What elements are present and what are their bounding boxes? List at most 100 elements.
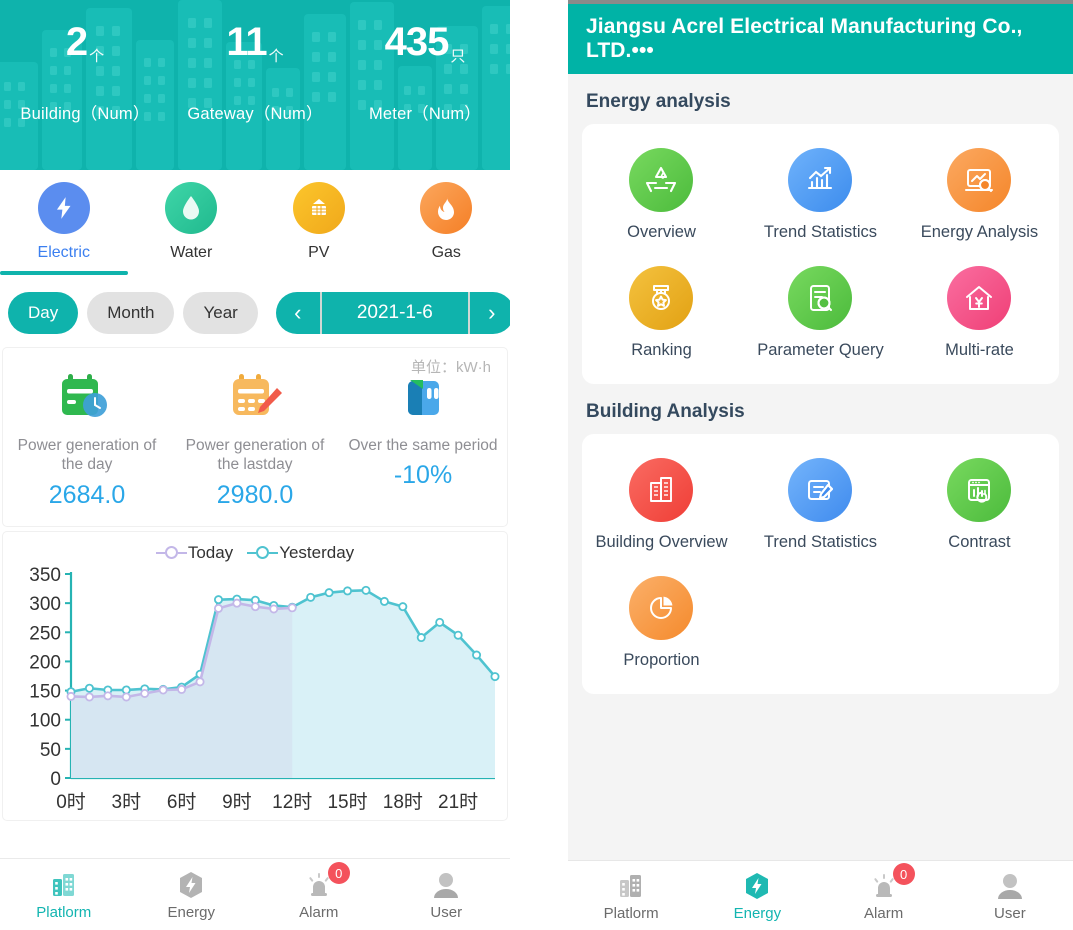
menu-item-ranking[interactable]: Ranking bbox=[582, 256, 741, 374]
menu-item-overview[interactable]: Overview bbox=[582, 138, 741, 256]
legend-yesterday-line2 bbox=[269, 551, 279, 554]
medal-icon bbox=[629, 266, 694, 330]
card-same-period[interactable]: Over the same period -10% bbox=[339, 366, 507, 510]
legend-yesterday-line bbox=[247, 551, 257, 554]
hero-summary: 2个 Building（Num） 11 个 Gateway（Num） 435 只 M… bbox=[0, 0, 510, 170]
menu-item-energy-analysis[interactable]: Energy Analysis bbox=[900, 138, 1059, 256]
tab-electric-label: Electric bbox=[37, 244, 90, 261]
svg-text:150: 150 bbox=[29, 681, 61, 702]
chart-search-icon bbox=[947, 148, 1012, 212]
tabbar-item-platform[interactable]: Platlorm bbox=[0, 859, 128, 930]
building-analysis-grid: Building Overview Trend Statistics Contr… bbox=[582, 448, 1059, 684]
company-header[interactable]: Jiangsu Acrel Electrical Manufacturing C… bbox=[568, 4, 1073, 74]
tabbar-item-user-r-label: User bbox=[994, 905, 1026, 922]
card-power-today-value: 2684.0 bbox=[48, 480, 126, 509]
menu-item-overview-label: Overview bbox=[627, 223, 696, 241]
stat-gateway: 11 个 Gateway（Num） bbox=[170, 22, 340, 124]
unit-label: 单位：kW·h bbox=[411, 359, 491, 376]
menu-item-proportion[interactable]: Proportion bbox=[582, 566, 741, 684]
legend-today-label: Today bbox=[187, 542, 234, 562]
svg-text:6时: 6时 bbox=[167, 791, 197, 813]
legend-today[interactable]: Today bbox=[155, 542, 234, 563]
user-icon bbox=[431, 868, 461, 902]
card-power-today[interactable]: Power generation of the day 2684.0 bbox=[3, 366, 171, 510]
tab-electric[interactable]: Electric bbox=[0, 182, 128, 262]
bottom-tabbar-left: Platlorm Energy 0 Alarm User bbox=[0, 858, 510, 930]
stat-meter-value: 435 bbox=[384, 20, 450, 64]
tabbar-item-energy-r[interactable]: Energy bbox=[694, 861, 820, 930]
segment-month[interactable]: Month bbox=[87, 292, 175, 334]
segment-year[interactable]: Year bbox=[183, 292, 258, 334]
tabbar-item-user[interactable]: User bbox=[383, 859, 511, 930]
menu-item-trend-statistics[interactable]: Trend Statistics bbox=[741, 138, 900, 256]
tabbar-item-alarm[interactable]: 0 Alarm bbox=[255, 859, 383, 930]
building-red-icon bbox=[629, 458, 694, 522]
alarm-bell-icon: 0 bbox=[304, 862, 350, 902]
tab-water[interactable]: Water bbox=[128, 182, 256, 262]
tabbar-item-user-label: User bbox=[430, 904, 463, 921]
bottom-tabbar-right: Platlorm Energy 0 Alarm User bbox=[568, 860, 1073, 930]
tabbar-item-energy[interactable]: Energy bbox=[128, 859, 256, 930]
tabbar-item-energy-label: Energy bbox=[167, 904, 216, 921]
tabbar-item-alarm-r-label: Alarm bbox=[864, 905, 904, 922]
house-yuan-icon bbox=[947, 266, 1012, 330]
card-power-lastday[interactable]: Power generation of the lastday 2980.0 bbox=[171, 366, 339, 510]
menu-item-building-trend-statistics-label: Trend Statistics bbox=[763, 533, 878, 551]
line-chart-plot[interactable]: 0 50 100 150 200 250 300 350 0时 3时 6时 9时 12时 15时 18时 21… bbox=[9, 565, 505, 822]
card-power-lastday-value: 2980.0 bbox=[216, 480, 294, 509]
stat-building-value: 2 bbox=[65, 20, 88, 64]
date-prev-button[interactable]: ‹ bbox=[275, 292, 320, 334]
segment-day[interactable]: Day bbox=[8, 292, 79, 334]
doc-search-icon bbox=[788, 266, 853, 330]
bolt-icon bbox=[37, 182, 90, 234]
menu-item-multi-rate[interactable]: Multi-rate bbox=[900, 256, 1059, 374]
date-value[interactable]: 2021-1-6 bbox=[319, 292, 470, 334]
tab-water-label: Water bbox=[170, 244, 213, 261]
svg-text:300: 300 bbox=[29, 594, 61, 615]
bar-chart-up-icon bbox=[788, 148, 853, 212]
menu-item-proportion-label: Proportion bbox=[623, 651, 700, 669]
energy-analysis-card: Overview Trend Statistics Energy Analysi… bbox=[582, 124, 1059, 384]
tabbar-item-user-r[interactable]: User bbox=[947, 861, 1073, 930]
menu-item-contrast[interactable]: Contrast bbox=[900, 448, 1059, 566]
menu-item-building-overview[interactable]: Building Overview bbox=[582, 448, 741, 566]
recycle-icon bbox=[629, 148, 694, 212]
tab-gas[interactable]: Gas bbox=[383, 182, 511, 262]
svg-text:15时: 15时 bbox=[327, 791, 367, 813]
energy-trend-chart-card: Today Yesterday 0 50 100 150 200 250 300 350 0时 3… bbox=[3, 531, 507, 822]
legend-yesterday-label: Yesterday bbox=[279, 542, 355, 562]
energy-hex-icon bbox=[743, 869, 771, 903]
energy-analysis-grid: Overview Trend Statistics Energy Analysi… bbox=[582, 138, 1059, 374]
stat-building-unit: 个 bbox=[89, 48, 105, 65]
menu-item-energy-analysis-label: Energy Analysis bbox=[920, 223, 1039, 241]
card-same-period-value: -10% bbox=[393, 461, 453, 490]
tabbar-item-alarm-r[interactable]: 0 Alarm bbox=[821, 861, 947, 930]
section-title-building-analysis: Building Analysis bbox=[586, 401, 745, 422]
menu-item-contrast-label: Contrast bbox=[948, 533, 1011, 551]
menu-item-parameter-query-label: Parameter Query bbox=[757, 341, 884, 359]
doc-edit-icon bbox=[788, 458, 853, 522]
section-title-energy-analysis: Energy analysis bbox=[586, 91, 731, 112]
legend-today-marker bbox=[164, 546, 178, 560]
stat-gateway-value: 11 bbox=[226, 20, 267, 64]
tabbar-item-platform-r[interactable]: Platlorm bbox=[568, 861, 694, 930]
svg-text:21时: 21时 bbox=[438, 791, 478, 813]
legend-yesterday[interactable]: Yesterday bbox=[247, 543, 354, 563]
menu-item-multi-rate-label: Multi-rate bbox=[945, 341, 1014, 359]
pie-chart-icon bbox=[629, 576, 694, 640]
chart-refresh-icon bbox=[947, 458, 1012, 522]
menu-item-parameter-query[interactable]: Parameter Query bbox=[741, 256, 900, 374]
date-next-button[interactable]: › bbox=[469, 292, 510, 334]
tabbar-item-platform-r-label: Platlorm bbox=[603, 905, 659, 922]
calendar-clock-icon bbox=[9, 366, 165, 428]
tab-pv[interactable]: PV bbox=[255, 182, 383, 262]
stat-meter: 435 只 Meter（Num） bbox=[340, 22, 510, 124]
svg-text:100: 100 bbox=[29, 710, 61, 731]
calendar-edit-icon bbox=[177, 366, 333, 428]
svg-text:12时: 12时 bbox=[272, 791, 312, 813]
energy-type-tabs: Electric Water PV Gas bbox=[0, 170, 510, 280]
menu-item-ranking-label: Ranking bbox=[631, 341, 692, 359]
menu-item-building-trend-statistics[interactable]: Trend Statistics bbox=[741, 448, 900, 566]
svg-text:200: 200 bbox=[29, 652, 61, 673]
svg-text:250: 250 bbox=[29, 623, 61, 644]
